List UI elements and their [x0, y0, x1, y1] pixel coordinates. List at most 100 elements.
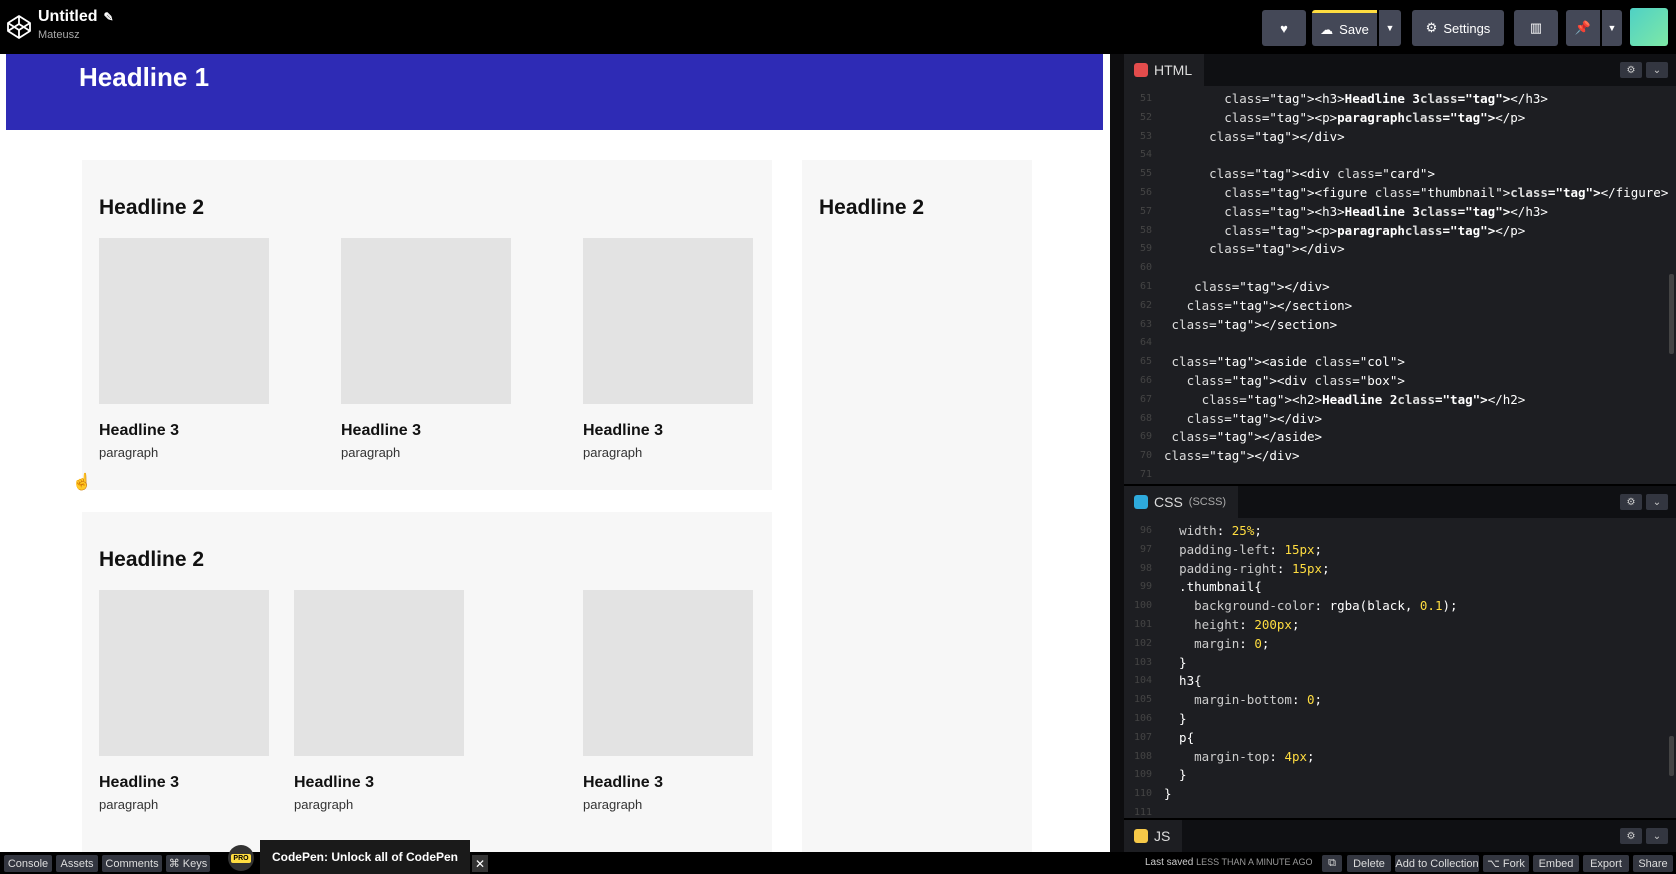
save-button[interactable]: ☁ Save	[1312, 10, 1377, 46]
code-line[interactable]: 51 class="tag"><h3>Headline 3class="tag"…	[1124, 90, 1676, 109]
code-line[interactable]: 65 class="tag"><aside class="col">	[1124, 353, 1676, 372]
line-number: 54	[1139, 149, 1152, 161]
codepen-logo-icon[interactable]	[6, 14, 32, 40]
code-line[interactable]: 105 margin-bottom: 0;	[1124, 691, 1676, 710]
code-line[interactable]: 52 class="tag"><p>paragraphclass="tag"><…	[1124, 109, 1676, 128]
delete-button[interactable]: Delete	[1347, 855, 1391, 872]
code-line[interactable]: 69 class="tag"></aside>	[1124, 428, 1676, 447]
html-editor[interactable]: HTML ⚙ ⌄ 51 class="tag"><h3>Headline 3cl…	[1124, 54, 1676, 484]
html-code[interactable]: 51 class="tag"><h3>Headline 3class="tag"…	[1124, 86, 1676, 485]
code-line[interactable]: 57 class="tag"><h3>Headline 3class="tag"…	[1124, 203, 1676, 222]
thumbnail	[583, 590, 753, 756]
scrollbar-thumb[interactable]	[1669, 736, 1674, 776]
pin-button[interactable]: 📌	[1566, 10, 1600, 46]
code-line[interactable]: 60	[1124, 259, 1676, 278]
pen-title[interactable]: Untitled	[38, 8, 98, 26]
console-button[interactable]: Console	[4, 855, 52, 872]
html-tab-label: HTML	[1154, 62, 1193, 78]
code-text: }	[1164, 767, 1187, 783]
chevron-down-icon: ▼	[1607, 23, 1617, 33]
keys-button[interactable]: ⌘ Keys	[166, 855, 210, 872]
user-avatar[interactable]	[1630, 8, 1668, 46]
line-number: 67	[1139, 393, 1152, 405]
assets-button[interactable]: Assets	[56, 855, 98, 872]
css-editor[interactable]: CSS (SCSS) ⚙ ⌄ 96 width: 25%; 97 padding-…	[1124, 486, 1676, 818]
code-line[interactable]: 109 }	[1124, 766, 1676, 785]
html-tab[interactable]: HTML	[1124, 54, 1205, 86]
css-tab[interactable]: CSS (SCSS)	[1124, 486, 1239, 518]
code-line[interactable]: 108 margin-top: 4px;	[1124, 748, 1676, 767]
thumbnail	[99, 590, 269, 756]
scrollbar-thumb[interactable]	[1669, 274, 1674, 354]
code-line[interactable]: 107 p{	[1124, 729, 1676, 748]
code-line[interactable]: 56 class="tag"><figure class="thumbnail"…	[1124, 184, 1676, 203]
layout-button[interactable]: ▥	[1514, 10, 1558, 46]
code-line[interactable]: 64	[1124, 334, 1676, 353]
code-line[interactable]: 62 class="tag"></section>	[1124, 297, 1676, 316]
code-line[interactable]: 68 class="tag"></div>	[1124, 410, 1676, 429]
cloud-icon: ☁	[1320, 21, 1334, 37]
css-code[interactable]: 96 width: 25%; 97 padding-left: 15px; 98 p…	[1124, 518, 1676, 823]
add-to-collection-button[interactable]: Add to Collection	[1395, 855, 1479, 872]
code-line[interactable]: 54	[1124, 146, 1676, 165]
css-preprocessor-label: (SCSS)	[1188, 496, 1227, 508]
external-view-button[interactable]: ⧉	[1322, 855, 1342, 872]
chevron-down-icon[interactable]: ⌄	[1646, 828, 1668, 844]
code-line[interactable]: 59 class="tag"></div>	[1124, 240, 1676, 259]
code-line[interactable]: 110}	[1124, 785, 1676, 804]
code-line[interactable]: 53 class="tag"></div>	[1124, 128, 1676, 147]
code-line[interactable]: 70 class="tag"></div>	[1124, 447, 1676, 466]
gear-icon[interactable]: ⚙	[1620, 62, 1642, 78]
code-line[interactable]: 71	[1124, 466, 1676, 485]
line-number: 96	[1139, 525, 1152, 536]
preview-pane: Headline 1 Headline 2 Headline 3 paragra…	[0, 54, 1110, 852]
gear-icon[interactable]: ⚙	[1620, 494, 1642, 510]
js-editor[interactable]: JS ⚙ ⌄	[1124, 820, 1676, 852]
settings-button[interactable]: ⚙ Settings	[1412, 10, 1504, 46]
share-button[interactable]: Share	[1633, 855, 1673, 872]
code-line[interactable]: 96 width: 25%;	[1124, 522, 1676, 541]
code-line[interactable]: 66 class="tag"><div class="box">	[1124, 372, 1676, 391]
last-saved-status: Last saved LESS THAN A MINUTE AGO	[1145, 857, 1313, 868]
pin-dropdown-button[interactable]: ▼	[1602, 10, 1622, 46]
save-dropdown-button[interactable]: ▼	[1379, 10, 1401, 46]
code-line[interactable]: 63 class="tag"></section>	[1124, 316, 1676, 335]
export-button[interactable]: Export	[1583, 855, 1629, 872]
code-line[interactable]: 100 background-color: rgba(black, 0.1);	[1124, 597, 1676, 616]
js-tab[interactable]: JS	[1124, 820, 1183, 852]
promo-banner[interactable]: CodePen: Unlock all of CodePen	[260, 840, 470, 874]
pen-author[interactable]: Mateusz	[38, 29, 114, 41]
close-icon[interactable]: ✕	[472, 855, 488, 872]
chevron-down-icon[interactable]: ⌄	[1646, 494, 1668, 510]
code-line[interactable]: 61 class="tag"></div>	[1124, 278, 1676, 297]
html-icon	[1134, 63, 1148, 77]
comments-button[interactable]: Comments	[102, 855, 162, 872]
line-number: 100	[1133, 600, 1152, 612]
code-line[interactable]: 58 class="tag"><p>paragraphclass="tag"><…	[1124, 222, 1676, 241]
fork-button[interactable]: ⌥ Fork	[1483, 855, 1529, 872]
code-line[interactable]: 98 padding-right: 15px;	[1124, 560, 1676, 579]
card-paragraph: paragraph	[294, 797, 354, 812]
line-number: 98	[1139, 562, 1152, 574]
gear-icon[interactable]: ⚙	[1620, 828, 1642, 844]
code-line[interactable]: 104 h3{	[1124, 672, 1676, 691]
embed-button[interactable]: Embed	[1533, 855, 1579, 872]
hand-cursor-icon: ☝	[72, 474, 92, 491]
pro-badge[interactable]: PRO	[228, 845, 254, 871]
code-line[interactable]: 99 .thumbnail{	[1124, 578, 1676, 597]
code-line[interactable]: 67 class="tag"><h2>Headline 2class="tag"…	[1124, 391, 1676, 410]
pencil-icon[interactable]: ✎	[104, 10, 114, 24]
chevron-down-icon[interactable]: ⌄	[1646, 62, 1668, 78]
code-line[interactable]: 102 margin: 0;	[1124, 635, 1676, 654]
heart-button[interactable]: ♥	[1262, 10, 1306, 46]
line-number: 108	[1133, 750, 1152, 762]
code-line[interactable]: 106 }	[1124, 710, 1676, 729]
save-label: Save	[1339, 22, 1369, 37]
code-line[interactable]: 97 padding-left: 15px;	[1124, 541, 1676, 560]
code-line[interactable]: 103 }	[1124, 654, 1676, 673]
code-line[interactable]: 55 class="tag"><div class="card">	[1124, 165, 1676, 184]
code-text: class="tag"><div class="card">	[1209, 166, 1435, 182]
resize-handle[interactable]	[1110, 54, 1124, 852]
line-number: 61	[1139, 280, 1152, 292]
code-line[interactable]: 101 height: 200px;	[1124, 616, 1676, 635]
